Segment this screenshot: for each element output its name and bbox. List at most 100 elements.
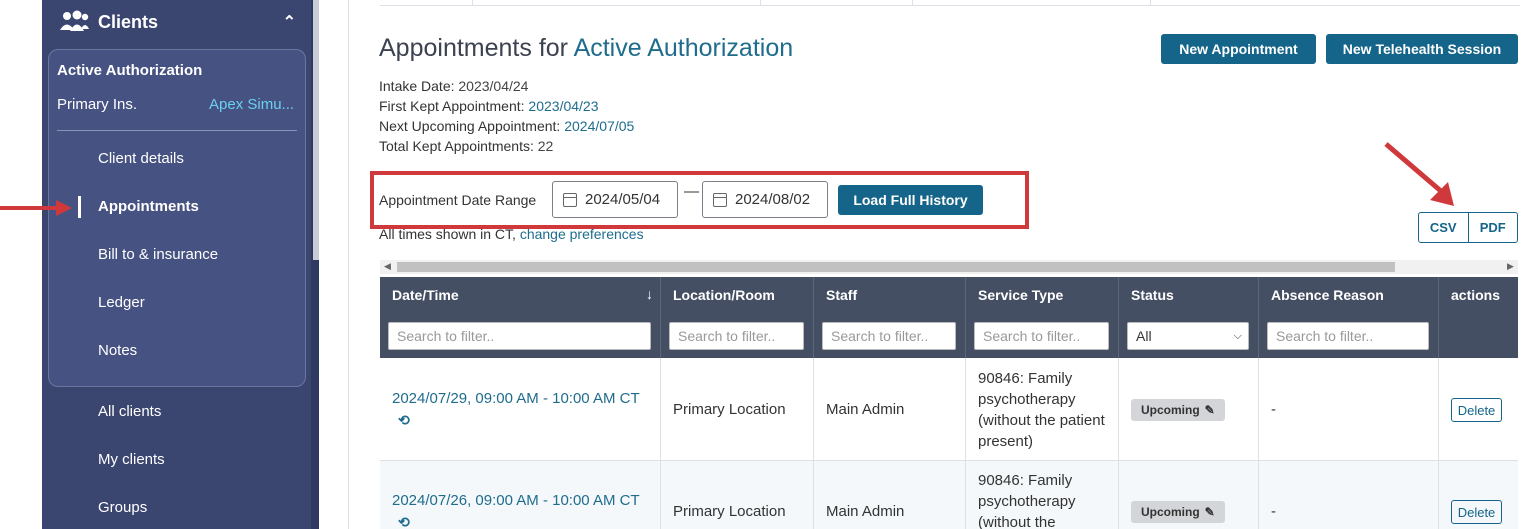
sidebar-item-all-clients[interactable]: All clients	[98, 403, 161, 420]
scroll-left-icon[interactable]: ◀	[384, 261, 391, 272]
red-arrow-annotation-icon	[0, 200, 72, 216]
csv-export-button[interactable]: CSV	[1419, 213, 1468, 242]
staff-cell: Main Admin	[826, 401, 905, 418]
datetime-filter-input[interactable]: Search to filter..	[388, 322, 651, 350]
total-kept-value: 22	[537, 138, 554, 154]
scroll-right-icon[interactable]: ▶	[1507, 261, 1514, 272]
column-header-location[interactable]: Location/Room	[673, 287, 775, 303]
primary-ins-link[interactable]: Apex Simu...	[209, 96, 299, 113]
next-upcoming-link[interactable]: 2024/07/05	[564, 118, 634, 134]
new-telehealth-session-button[interactable]: New Telehealth Session	[1326, 34, 1518, 64]
tab-divider	[760, 0, 761, 6]
tab-strip	[380, 0, 1520, 6]
staff-filter-input[interactable]: Search to filter..	[822, 322, 956, 350]
location-filter-input[interactable]: Search to filter..	[669, 322, 804, 350]
next-upcoming-label: Next Upcoming Appointment:	[379, 118, 561, 134]
main-border	[348, 0, 349, 529]
users-icon	[58, 10, 90, 34]
status-badge[interactable]: Upcoming ✎	[1131, 399, 1225, 421]
status-filter-value: All	[1136, 328, 1152, 344]
client-name: Active Authorization	[57, 62, 203, 79]
first-kept-label: First Kept Appointment:	[379, 98, 525, 114]
column-header-datetime[interactable]: Date/Time	[392, 287, 459, 303]
date-separator: —	[684, 183, 699, 200]
column-divider	[1438, 277, 1439, 358]
total-kept-row: Total Kept Appointments: 22	[379, 138, 553, 154]
service-type-cell: 90846: Family psychotherapy (without the	[978, 472, 1076, 529]
column-divider	[1118, 277, 1119, 358]
column-divider	[660, 277, 661, 358]
column-divider	[660, 358, 661, 529]
clients-section-title: Clients	[98, 11, 159, 32]
start-date-input[interactable]: 2024/05/04	[552, 181, 678, 218]
delete-button[interactable]: Delete	[1451, 500, 1502, 524]
tab-divider	[472, 0, 473, 6]
intake-date-value: 2023/04/24	[458, 78, 529, 94]
row-divider	[380, 460, 1518, 461]
intake-date-row: Intake Date: 2023/04/24	[379, 78, 528, 94]
total-kept-label: Total Kept Appointments:	[379, 138, 534, 154]
column-divider	[1258, 358, 1259, 529]
chevron-down-icon: ⌵	[1233, 329, 1242, 342]
clients-section-header[interactable]: Clients ⌃	[58, 8, 302, 36]
calendar-icon	[563, 192, 577, 207]
recurring-icon: ⟲	[398, 514, 410, 529]
column-header-service-type[interactable]: Service Type	[978, 287, 1063, 303]
end-date-value: 2024/08/02	[735, 191, 811, 208]
column-divider	[813, 277, 814, 358]
sidebar-item-notes[interactable]: Notes	[98, 342, 137, 359]
column-divider	[1118, 358, 1119, 529]
sidebar-item-appointments[interactable]: Appointments	[98, 198, 199, 215]
first-kept-link[interactable]: 2023/04/23	[528, 98, 598, 114]
service-filter-input[interactable]: Search to filter..	[974, 322, 1109, 350]
absence-reason-cell: -	[1271, 401, 1276, 418]
status-filter-select[interactable]: All ⌵	[1127, 322, 1249, 350]
absence-reason-cell: -	[1271, 503, 1276, 520]
sidebar-scrollbar-thumb[interactable]	[313, 0, 319, 260]
column-divider	[813, 358, 814, 529]
status-badge[interactable]: Upcoming ✎	[1131, 501, 1225, 523]
new-appointment-button[interactable]: New Appointment	[1161, 34, 1316, 64]
end-date-input[interactable]: 2024/08/02	[702, 181, 828, 218]
recurring-icon: ⟲	[398, 412, 410, 428]
status-label: Upcoming	[1141, 505, 1200, 519]
red-arrow-annotation-icon	[1384, 142, 1454, 206]
appointment-datetime-link[interactable]: 2024/07/29, 09:00 AM - 10:00 AM CT	[392, 390, 640, 407]
next-upcoming-row: Next Upcoming Appointment: 2024/07/05	[379, 118, 634, 134]
column-divider	[965, 277, 966, 358]
sidebar-item-ledger[interactable]: Ledger	[98, 294, 145, 311]
load-full-history-button[interactable]: Load Full History	[838, 185, 983, 215]
pencil-icon: ✎	[1204, 505, 1215, 519]
timezone-note-text: All times shown in CT,	[379, 226, 516, 242]
date-range-label: Appointment Date Range	[379, 192, 537, 208]
timezone-note: All times shown in CT, change preference…	[379, 226, 644, 242]
status-label: Upcoming	[1141, 403, 1200, 417]
absence-filter-input[interactable]: Search to filter..	[1267, 322, 1429, 350]
chevron-up-icon[interactable]: ⌃	[283, 12, 296, 32]
pdf-export-button[interactable]: PDF	[1467, 213, 1518, 242]
page-title: Appointments for Active Authorization	[379, 34, 793, 63]
tab-divider	[912, 0, 913, 6]
sort-down-icon[interactable]: ↓	[646, 286, 653, 302]
page-title-prefix: Appointments for	[379, 34, 574, 62]
sidebar-item-client-details[interactable]: Client details	[98, 150, 184, 167]
column-header-staff[interactable]: Staff	[826, 287, 857, 303]
intake-date-label: Intake Date:	[379, 78, 455, 94]
sidebar-item-my-clients[interactable]: My clients	[98, 451, 165, 468]
page-title-client-link[interactable]: Active Authorization	[574, 34, 794, 62]
sidebar-item-bill-to-insurance[interactable]: Bill to & insurance	[98, 246, 218, 263]
location-cell: Primary Location	[673, 401, 786, 418]
location-cell: Primary Location	[673, 503, 786, 520]
column-header-absence-reason[interactable]: Absence Reason	[1271, 287, 1384, 303]
change-preferences-link[interactable]: change preferences	[520, 226, 644, 242]
delete-button[interactable]: Delete	[1451, 398, 1502, 422]
column-divider	[1258, 277, 1259, 358]
scrollbar-thumb[interactable]	[397, 262, 1395, 272]
column-header-status[interactable]: Status	[1131, 287, 1174, 303]
appointment-datetime-link[interactable]: 2024/07/26, 09:00 AM - 10:00 AM CT	[392, 492, 640, 509]
divider	[57, 130, 297, 131]
sidebar-item-groups[interactable]: Groups	[98, 499, 147, 516]
table-row	[380, 358, 1518, 460]
export-button-group: CSV PDF	[1418, 212, 1518, 243]
service-type-cell: 90846: Family psychotherapy (without the…	[978, 370, 1105, 450]
